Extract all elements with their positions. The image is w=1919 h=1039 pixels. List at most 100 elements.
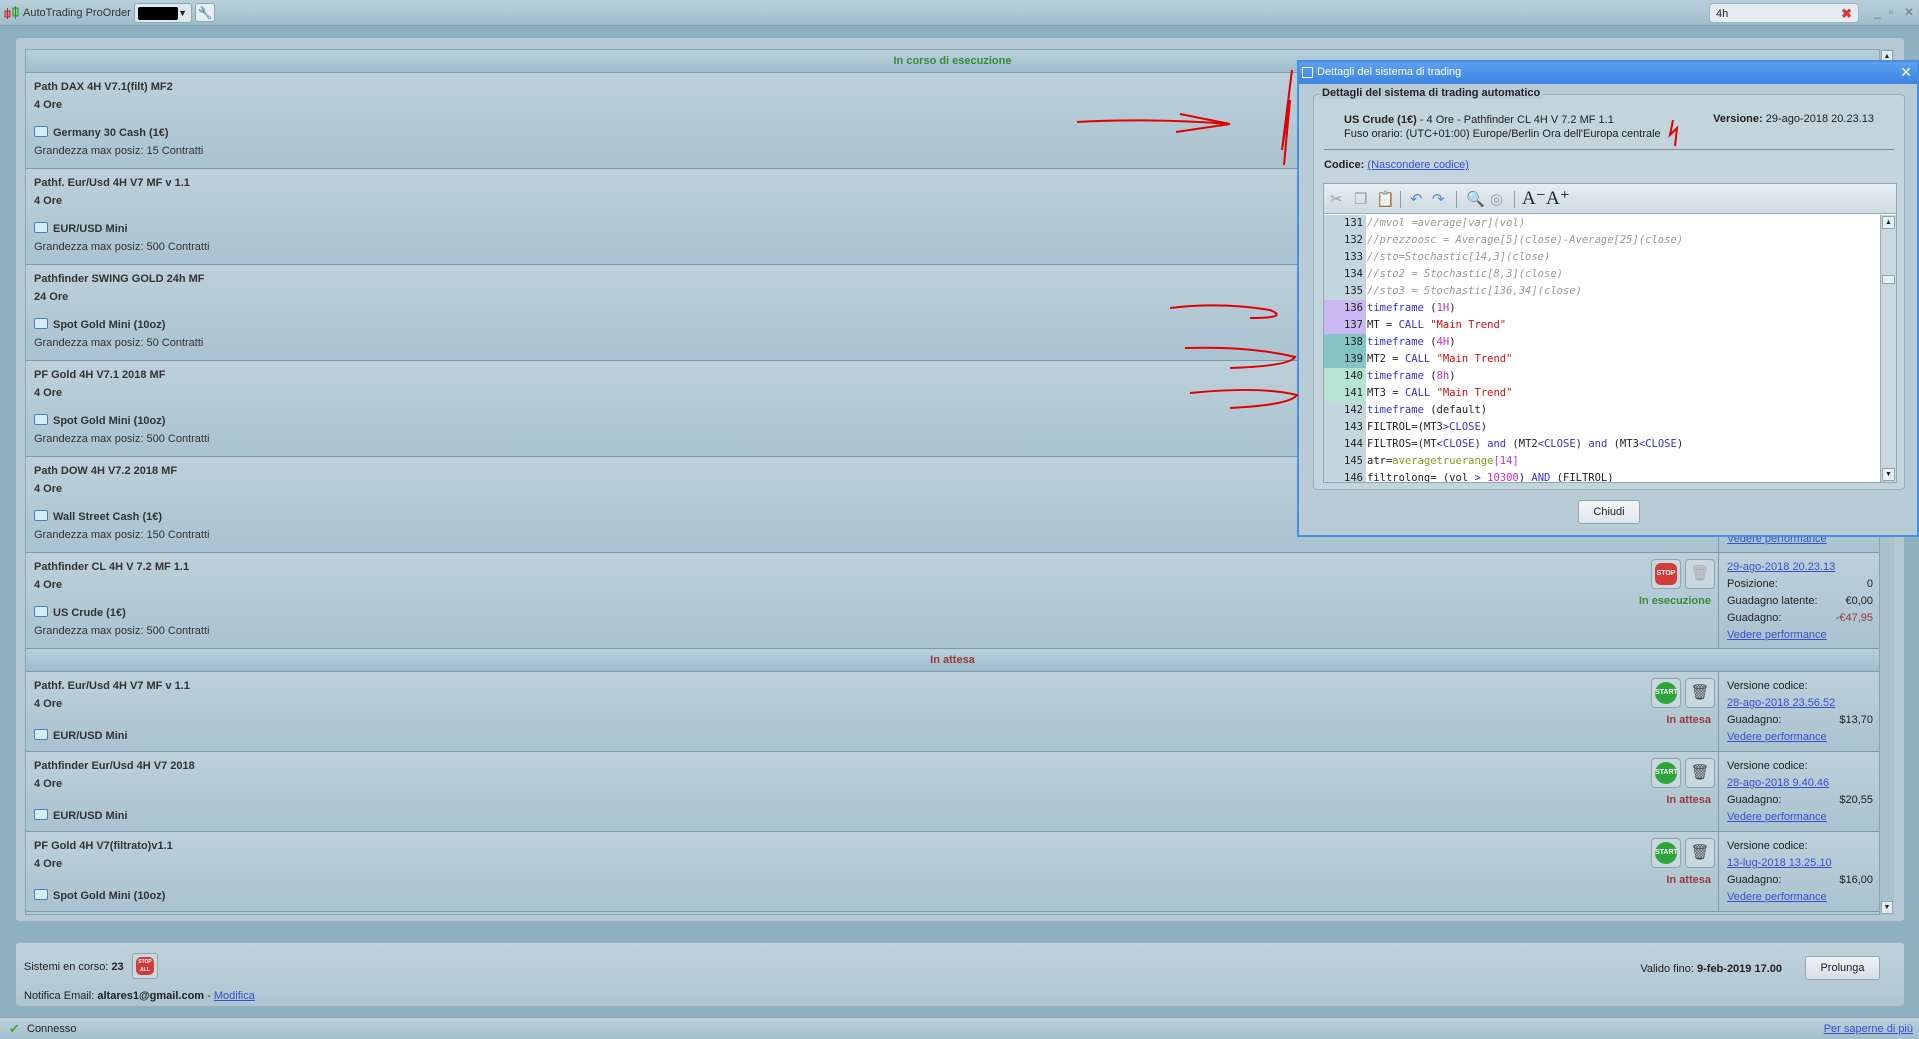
view-performance-link[interactable]: Vedere performance [1727, 811, 1827, 823]
instrument-name: Spot Gold Mini (10oz) [53, 415, 166, 427]
max-position: Grandezza max posiz: 50 Contratti [34, 337, 204, 349]
code-text: //sto=Stochastic[14,3](close) [1366, 249, 1550, 266]
code-text: timeframe (4H) [1366, 334, 1456, 351]
line-number: 143 [1324, 419, 1366, 436]
waiting-system-row[interactable]: PF Gold 4H V7(filtrato)v1.1 4 Ore Spot Go… [26, 832, 1879, 912]
start-icon: START [1655, 682, 1678, 704]
system-timeframe: 4 Ore [34, 483, 63, 495]
position-label: Posizione: [1727, 578, 1778, 590]
close-button[interactable]: Chiudi [1578, 500, 1640, 524]
code-token: ( [1423, 370, 1437, 382]
line-number: 135 [1324, 283, 1366, 300]
stop-all-button[interactable]: STOP ALL [132, 953, 158, 979]
waiting-system-row[interactable]: Pathfinder Eur/Usd 4H V7 2018 4 Ore EUR/U… [26, 752, 1879, 832]
close-window-icon[interactable]: ✕ [1904, 5, 1914, 19]
scroll-thumb[interactable] [1882, 275, 1895, 284]
start-button[interactable]: START [1651, 678, 1681, 708]
running-system-row[interactable]: Pathfinder CL 4H V 7.2 MF 1.1 4 Ore US Cr… [26, 553, 1879, 649]
code-text: //sto2 = Stochastic[8,3](close) [1366, 266, 1563, 283]
code-token: 10300 [1487, 472, 1519, 482]
font-increase-icon[interactable]: A⁺ [1546, 187, 1570, 210]
undo-icon[interactable]: ↶ [1410, 190, 1423, 208]
separator [1400, 191, 1401, 208]
instrument-name: EUR/USD Mini [53, 223, 128, 235]
view-performance-link[interactable]: Vedere performance [1727, 629, 1827, 641]
search-value: 4h [1716, 8, 1729, 20]
group-label: Dettagli del sistema di trading automati… [1319, 87, 1544, 99]
search-icon[interactable]: 🔍 [1466, 190, 1485, 208]
start-button[interactable]: START [1651, 838, 1681, 868]
version-link[interactable]: 28-ago-2018 9.40.46 [1727, 777, 1829, 789]
start-button[interactable]: START [1651, 758, 1681, 788]
status-bar: ✔ Connesso Per saperne di più [0, 1017, 1919, 1039]
line-number: 139 [1324, 351, 1366, 368]
code-token: 4H [1436, 336, 1450, 348]
editor-scrollbar[interactable]: ▲ ▼ [1880, 215, 1896, 482]
code-line: 134//sto2 = Stochastic[8,3](close) [1324, 266, 1880, 283]
font-decrease-icon[interactable]: A⁻ [1522, 187, 1546, 210]
scroll-down-icon[interactable]: ▼ [1882, 468, 1895, 481]
close-dialog-icon[interactable]: ✕ [1900, 62, 1912, 83]
view-performance-link[interactable]: Vedere performance [1727, 891, 1827, 903]
copy-icon[interactable]: ❐ [1354, 190, 1367, 208]
candlestick-app-icon [4, 6, 19, 19]
max-position: Grandezza max posiz: 150 Contratti [34, 529, 210, 541]
gain-label: Guadagno: [1727, 714, 1782, 726]
code-token: (MT2 [1506, 438, 1538, 450]
code-line: 131//mvol =average[var](vol) [1324, 215, 1880, 232]
redo-icon[interactable]: ↷ [1432, 190, 1445, 208]
instrument-chart-icon [34, 809, 48, 820]
restore-icon[interactable]: ▫ [1889, 5, 1893, 19]
wrench-icon[interactable]: 🔧 [195, 3, 215, 22]
minimize-icon[interactable]: _ [1874, 5, 1881, 19]
code-token: (FILTROL) [1550, 472, 1614, 482]
delete-button[interactable]: 🗑 [1685, 838, 1715, 868]
code-area[interactable]: 131//mvol =average[var](vol) 132//prezzoo… [1324, 215, 1880, 482]
learn-more-link[interactable]: Per saperne di più [1824, 1023, 1913, 1035]
code-token: AND [1531, 472, 1551, 482]
waiting-system-row[interactable]: Pathf. Eur/Usd 4H V7 MF v 1.1 4 Ore EUR/U… [26, 672, 1879, 752]
extend-button[interactable]: Prolunga [1805, 956, 1880, 980]
search-input[interactable]: 4h ✖ [1709, 3, 1859, 23]
view-performance-link[interactable]: Vedere performance [1727, 731, 1827, 743]
status-label: In attesa [1666, 794, 1711, 806]
delete-button[interactable]: 🗑 [1685, 678, 1715, 708]
code-line: 141 MT3 = CALL "Main Trend" [1324, 385, 1880, 402]
version-link[interactable]: 13-lug-2018 13.25.10 [1727, 857, 1832, 869]
code-text: //prezzoosc = Average[5](close)-Average[… [1366, 232, 1683, 249]
code-text: MT2 = CALL "Main Trend" [1366, 351, 1512, 368]
code-line: 138 timeframe (4H) [1324, 334, 1880, 351]
trash-icon: 🗑 [1690, 684, 1710, 701]
version-link[interactable]: 28-ago-2018 23.56.52 [1727, 697, 1835, 709]
stop-icon: STOP [1655, 563, 1677, 585]
max-position: Grandezza max posiz: 500 Contratti [34, 625, 210, 637]
comment-icon[interactable]: ◎ [1490, 190, 1503, 208]
valid-date: 9-feb-2019 17.00 [1697, 963, 1782, 975]
paste-icon[interactable]: 📋 [1376, 190, 1395, 208]
status-label: In esecuzione [1638, 595, 1711, 607]
delete-button[interactable]: 🗑 [1685, 758, 1715, 788]
code-text: MT = CALL "Main Trend" [1366, 317, 1506, 334]
instrument-chart-icon [34, 510, 48, 521]
code-token: //mvol =average[var](vol) [1367, 217, 1526, 229]
code-text: //mvol =average[var](vol) [1366, 215, 1525, 232]
scroll-down-icon[interactable]: ▼ [1881, 901, 1893, 914]
account-select[interactable]: ▼ [134, 3, 192, 23]
code-token: <CLOSE [1436, 438, 1475, 450]
hide-code-link[interactable]: (Nascondere codice) [1367, 159, 1469, 171]
system-stats: Versione codice: 28-ago-2018 23.56.52 Gua… [1718, 672, 1879, 751]
system-name: Pathfinder Eur/Usd 4H V7 2018 [34, 760, 195, 772]
summary-panel: Sistemi en corso: 23 STOP ALL Notifica E… [15, 942, 1905, 1007]
code-editor[interactable]: ✂ ❐ 📋 ↶ ↷ 🔍 ◎ A⁻ A⁺ 131//mvol =average[v… [1323, 183, 1897, 483]
version-link[interactable]: 29-ago-2018 20.23.13 [1727, 561, 1835, 573]
line-number: 142 [1324, 402, 1366, 419]
system-timeframe: 24 Ore [34, 291, 69, 303]
scroll-up-icon[interactable]: ▲ [1882, 216, 1895, 229]
code-token: MT = [1367, 319, 1399, 331]
clear-search-icon[interactable]: ✖ [1841, 6, 1852, 22]
code-token: [14] [1493, 455, 1519, 467]
stop-button[interactable]: STOP [1651, 559, 1681, 589]
system-timeframe: 4 Ore [34, 195, 63, 207]
modify-email-link[interactable]: Modifica [214, 990, 255, 1002]
cut-icon[interactable]: ✂ [1330, 190, 1343, 208]
